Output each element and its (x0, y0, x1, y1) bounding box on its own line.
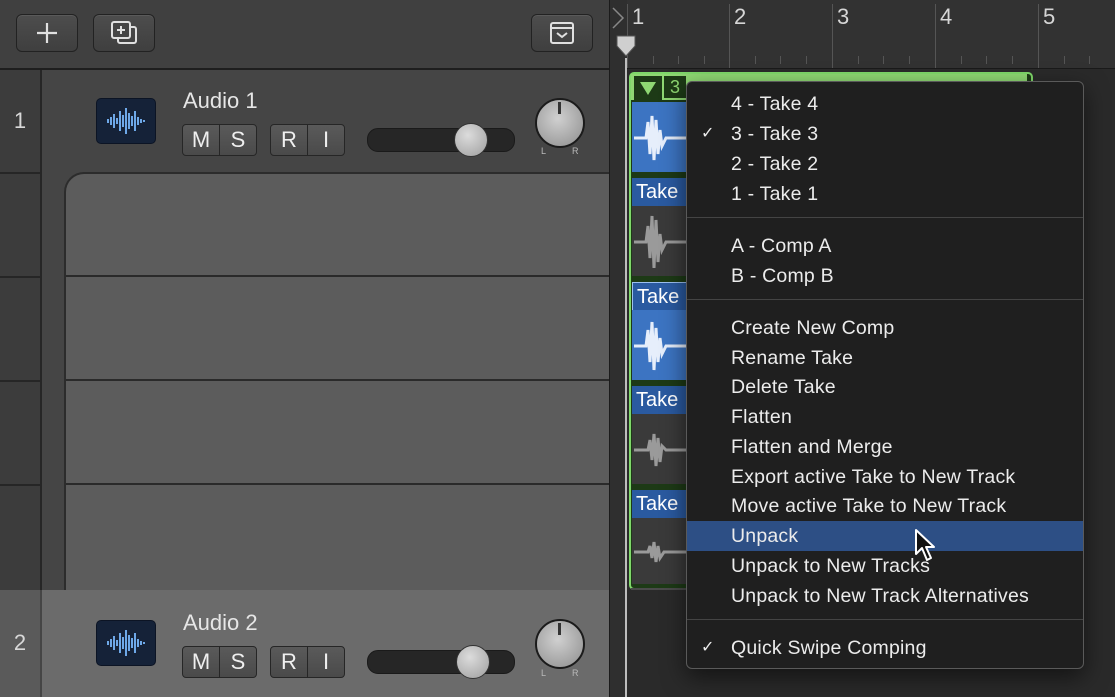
bar-number: 4 (940, 4, 953, 29)
take-label[interactable]: Take (632, 178, 692, 206)
solo-button[interactable]: S (219, 125, 256, 155)
mute-solo-group: M S (182, 646, 257, 678)
take-waveform[interactable] (632, 518, 688, 584)
plus-icon (37, 23, 57, 43)
menu-item-flatten-and-merge[interactable]: Flatten and Merge (687, 432, 1083, 462)
bar-number: 5 (1043, 4, 1056, 29)
menu-item-rename-take[interactable]: Rename Take (687, 343, 1083, 373)
duplicate-icon (111, 21, 137, 44)
disclosure-triangle-icon (612, 7, 625, 29)
playhead-line (625, 58, 627, 697)
track-name[interactable]: Audio 2 (183, 610, 258, 636)
menu-item-create-new-comp[interactable]: Create New Comp (687, 313, 1083, 343)
menu-item-comp-b[interactable]: B - Comp B (687, 261, 1083, 291)
menu-item-take-2[interactable]: 2 - Take 2 (687, 149, 1083, 179)
checkmark-icon: ✓ (701, 125, 715, 142)
track-number: 2 (13, 630, 27, 655)
track-number: 1 (13, 108, 27, 133)
take-folder-lanes (64, 172, 611, 590)
record-input-group: R I (270, 124, 345, 156)
take-folder-context-menu: 4 - Take 4 ✓ 3 - Take 3 2 - Take 2 1 - T… (686, 81, 1084, 669)
menu-item-quick-swipe-comping[interactable]: ✓ Quick Swipe Comping (687, 633, 1083, 663)
waveform-icon (634, 215, 686, 269)
menu-item-unpack[interactable]: Unpack (687, 521, 1083, 551)
menu-item-comp-a[interactable]: A - Comp A (687, 231, 1083, 261)
menu-item-move-take[interactable]: Move active Take to New Track (687, 491, 1083, 521)
input-monitor-button[interactable]: I (307, 125, 344, 155)
triangle-down-icon (640, 82, 656, 95)
track-name[interactable]: Audio 1 (183, 88, 258, 114)
duplicate-track-button[interactable] (93, 14, 155, 52)
take-number-badge[interactable]: 3 (664, 76, 686, 98)
track-number-column (0, 70, 42, 590)
menu-item-delete-take[interactable]: Delete Take (687, 372, 1083, 402)
record-enable-button[interactable]: R (271, 647, 307, 677)
pan-left-label: L (541, 146, 547, 156)
waveform-icon (634, 115, 686, 161)
track-toolbar (0, 0, 609, 70)
pan-knob[interactable] (535, 98, 585, 148)
pan-knob[interactable] (535, 619, 585, 669)
playhead-icon[interactable] (615, 34, 637, 58)
volume-slider[interactable] (367, 128, 515, 152)
waveform-icon (634, 321, 686, 371)
volume-slider-knob[interactable] (456, 645, 490, 679)
record-input-group: R I (270, 646, 345, 678)
waveform-icon (634, 541, 686, 563)
menu-item-take-1[interactable]: 1 - Take 1 (687, 179, 1083, 209)
menu-separator (687, 619, 1083, 620)
take-label[interactable]: Take (632, 282, 694, 312)
pan-right-label: R (572, 668, 579, 678)
checkmark-icon: ✓ (701, 639, 715, 656)
volume-slider-knob[interactable] (454, 123, 488, 157)
take-waveform[interactable] (632, 206, 688, 276)
waveform-icon (634, 433, 686, 467)
record-enable-button[interactable]: R (271, 125, 307, 155)
pan-right-label: R (572, 146, 579, 156)
bar-number: 3 (837, 4, 850, 29)
mute-button[interactable]: M (183, 125, 219, 155)
menu-item-take-4[interactable]: 4 - Take 4 (687, 89, 1083, 119)
window-chevron-icon (550, 22, 574, 44)
add-track-button[interactable] (16, 14, 78, 52)
input-monitor-button[interactable]: I (307, 647, 344, 677)
bar-ruler[interactable]: 1 2 3 4 5 (627, 0, 1115, 69)
audio-waveform-icon (96, 620, 156, 666)
mute-button[interactable]: M (183, 647, 219, 677)
take-label[interactable]: Take (632, 490, 692, 518)
active-take-waveform[interactable] (632, 102, 688, 172)
menu-separator (687, 217, 1083, 218)
bar-number: 2 (734, 4, 747, 29)
bar-number: 1 (632, 4, 645, 29)
global-tracks-button[interactable] (531, 14, 593, 52)
take-label[interactable]: Take (632, 386, 692, 414)
menu-separator (687, 299, 1083, 300)
take-waveform[interactable] (632, 310, 688, 380)
menu-item-take-3[interactable]: ✓ 3 - Take 3 (687, 119, 1083, 149)
mouse-pointer-icon (915, 529, 935, 561)
mute-solo-group: M S (182, 124, 257, 156)
audio-waveform-icon (96, 98, 156, 144)
solo-button[interactable]: S (219, 647, 256, 677)
take-waveform[interactable] (632, 414, 688, 484)
menu-item-unpack-new-tracks[interactable]: Unpack to New Tracks (687, 551, 1083, 581)
menu-item-flatten[interactable]: Flatten (687, 402, 1083, 432)
take-folder-disclosure[interactable] (634, 76, 662, 100)
pan-left-label: L (541, 668, 547, 678)
menu-item-unpack-track-alternatives[interactable]: Unpack to New Track Alternatives (687, 581, 1083, 611)
volume-slider[interactable] (367, 650, 515, 674)
menu-item-export-take[interactable]: Export active Take to New Track (687, 462, 1083, 492)
